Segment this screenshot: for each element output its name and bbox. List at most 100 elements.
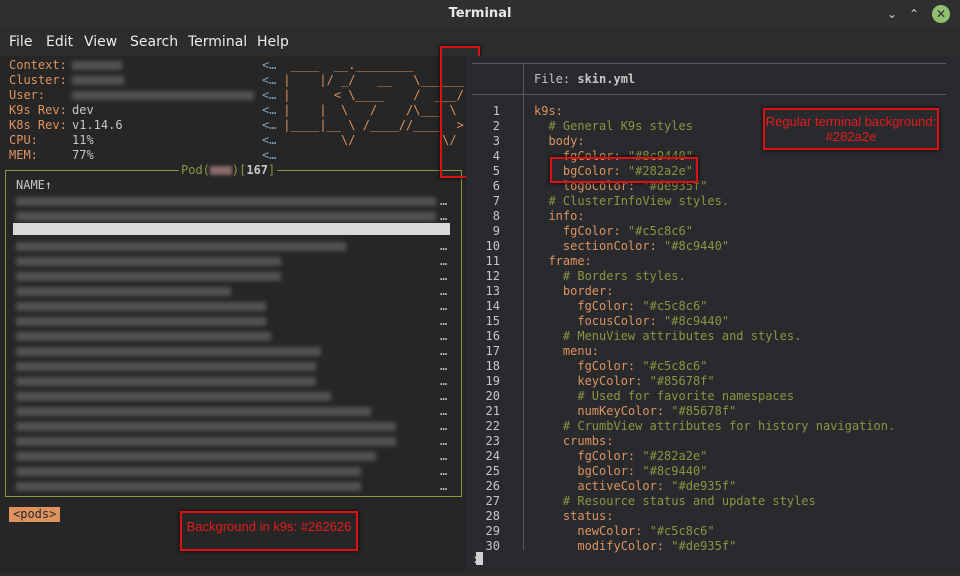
table-row[interactable] — [16, 287, 231, 296]
code-token: # Resource status and update styles — [534, 494, 816, 508]
row-ellipsis: … — [440, 314, 448, 328]
row-ellipsis: … — [440, 284, 448, 298]
code-line: keyColor: "#85678f" — [534, 374, 714, 389]
code-line: k9s: — [534, 104, 563, 119]
table-row[interactable] — [16, 317, 266, 326]
file-label-text: File: — [534, 72, 571, 86]
menu-hint: <… — [262, 118, 277, 132]
code-line: border: — [534, 284, 614, 299]
k8s-rev-value: v1.14.6 — [72, 118, 123, 132]
code-token: # Used for favorite namespaces — [534, 389, 795, 403]
code-token: sectionColor: — [534, 239, 665, 253]
line-number: 28 — [485, 509, 500, 523]
table-row[interactable] — [16, 212, 436, 221]
row-ellipsis: … — [440, 449, 448, 463]
table-row[interactable] — [16, 392, 331, 401]
cursor — [476, 552, 483, 565]
crumb-pods[interactable]: <pods> — [9, 507, 61, 522]
window-titlebar: Terminal ⌄ ⌃ ✕ — [0, 0, 960, 28]
code-token: fgColor: — [534, 449, 643, 463]
code-token: "#c5c8c6" — [642, 359, 708, 373]
line-number: 24 — [485, 449, 500, 463]
table-row[interactable] — [16, 242, 346, 251]
menu-edit[interactable]: Edit — [46, 34, 73, 50]
redacted-context — [72, 61, 122, 70]
table-row[interactable] — [16, 332, 271, 341]
code-line: numKeyColor: "#85678f" — [534, 404, 736, 419]
line-number: 16 — [485, 329, 500, 343]
line-number: 8 — [492, 209, 500, 223]
line-number: 6 — [492, 179, 500, 193]
pods-title-prefix: Pod( — [181, 163, 210, 177]
terminal-area[interactable]: Context: Cluster: User: K9s Rev: K8s Rev… — [0, 46, 960, 572]
menu-file[interactable]: File — [9, 34, 32, 50]
menu-view[interactable]: View — [84, 34, 117, 50]
row-ellipsis: … — [440, 194, 448, 208]
logo-line: | |/ _/ __ \______ — [276, 73, 464, 87]
menu-hint: <… — [262, 73, 277, 87]
line-number: 25 — [485, 464, 500, 478]
menu-search[interactable]: Search — [130, 34, 178, 50]
line-number: 19 — [485, 374, 500, 388]
menu-help[interactable]: Help — [257, 34, 289, 50]
table-row[interactable] — [16, 437, 396, 446]
column-header-name[interactable]: NAME↑ — [16, 178, 52, 193]
maximize-icon[interactable]: ⌃ — [904, 4, 924, 24]
row-ellipsis: … — [440, 374, 448, 388]
row-ellipsis: … — [440, 434, 448, 448]
row-ellipsis: … — [440, 254, 448, 268]
table-row[interactable] — [16, 347, 321, 356]
table-row[interactable] — [16, 452, 376, 461]
table-row[interactable] — [16, 482, 361, 491]
table-row-selected[interactable] — [13, 223, 450, 235]
row-ellipsis: … — [440, 329, 448, 343]
code-token: # MenuView attributes and styles. — [534, 329, 802, 343]
code-token: fgColor: — [534, 299, 643, 313]
code-line: crumbs: — [534, 434, 614, 449]
table-row[interactable] — [16, 407, 371, 416]
line-number: 23 — [485, 434, 500, 448]
k9s-pane[interactable]: Context: Cluster: User: K9s Rev: K8s Rev… — [0, 56, 466, 572]
table-row[interactable] — [16, 467, 361, 476]
logo-line — [276, 148, 464, 163]
logo-line: |____|__ \ /____//____ > — [276, 118, 464, 132]
vim-pane[interactable]: File: skin.yml 1 k9s: 2 # General K9s styl… — [466, 56, 960, 572]
table-row[interactable] — [16, 422, 396, 431]
code-line: status: — [534, 509, 614, 524]
code-token: crumbs: — [534, 434, 614, 448]
info-key: Context: — [9, 58, 67, 72]
row-ellipsis: … — [440, 419, 448, 433]
code-line: focusColor: "#8c9440" — [534, 314, 729, 329]
row-ellipsis: … — [440, 404, 448, 418]
close-icon[interactable]: ✕ — [932, 5, 950, 23]
code-token: body: — [534, 134, 585, 148]
code-line: menu: — [534, 344, 599, 359]
line-number: 10 — [485, 239, 500, 253]
code-token: modifyColor: — [534, 539, 672, 553]
code-line: modifyColor: "#de935f" — [534, 539, 736, 554]
code-line: info: — [534, 209, 584, 224]
info-key: CPU: — [9, 133, 38, 147]
file-name: skin.yml — [577, 72, 636, 86]
table-row[interactable] — [16, 257, 281, 266]
line-number: 20 — [485, 389, 500, 403]
line-number: 29 — [485, 524, 500, 538]
pods-title-suffix: ] — [268, 163, 276, 177]
window-title: Terminal — [448, 6, 512, 21]
pods-title-mid: )[ — [231, 163, 247, 177]
minimize-icon[interactable]: ⌄ — [882, 4, 902, 24]
table-row[interactable] — [16, 272, 281, 281]
row-ellipsis: … — [440, 209, 448, 223]
table-row[interactable] — [16, 302, 266, 311]
code-token: # CrumbView attributes for history navig… — [534, 419, 896, 433]
line-number: 26 — [485, 479, 500, 493]
code-token: "#282a2e" — [642, 449, 708, 463]
info-key: K9s Rev: — [9, 103, 67, 117]
table-row[interactable] — [16, 377, 316, 386]
code-token: status: — [534, 509, 614, 523]
table-row[interactable] — [16, 362, 316, 371]
gutter-divider — [523, 94, 524, 550]
menu-terminal[interactable]: Terminal — [188, 34, 247, 50]
line-number: 7 — [492, 194, 500, 208]
table-row[interactable] — [16, 197, 436, 206]
